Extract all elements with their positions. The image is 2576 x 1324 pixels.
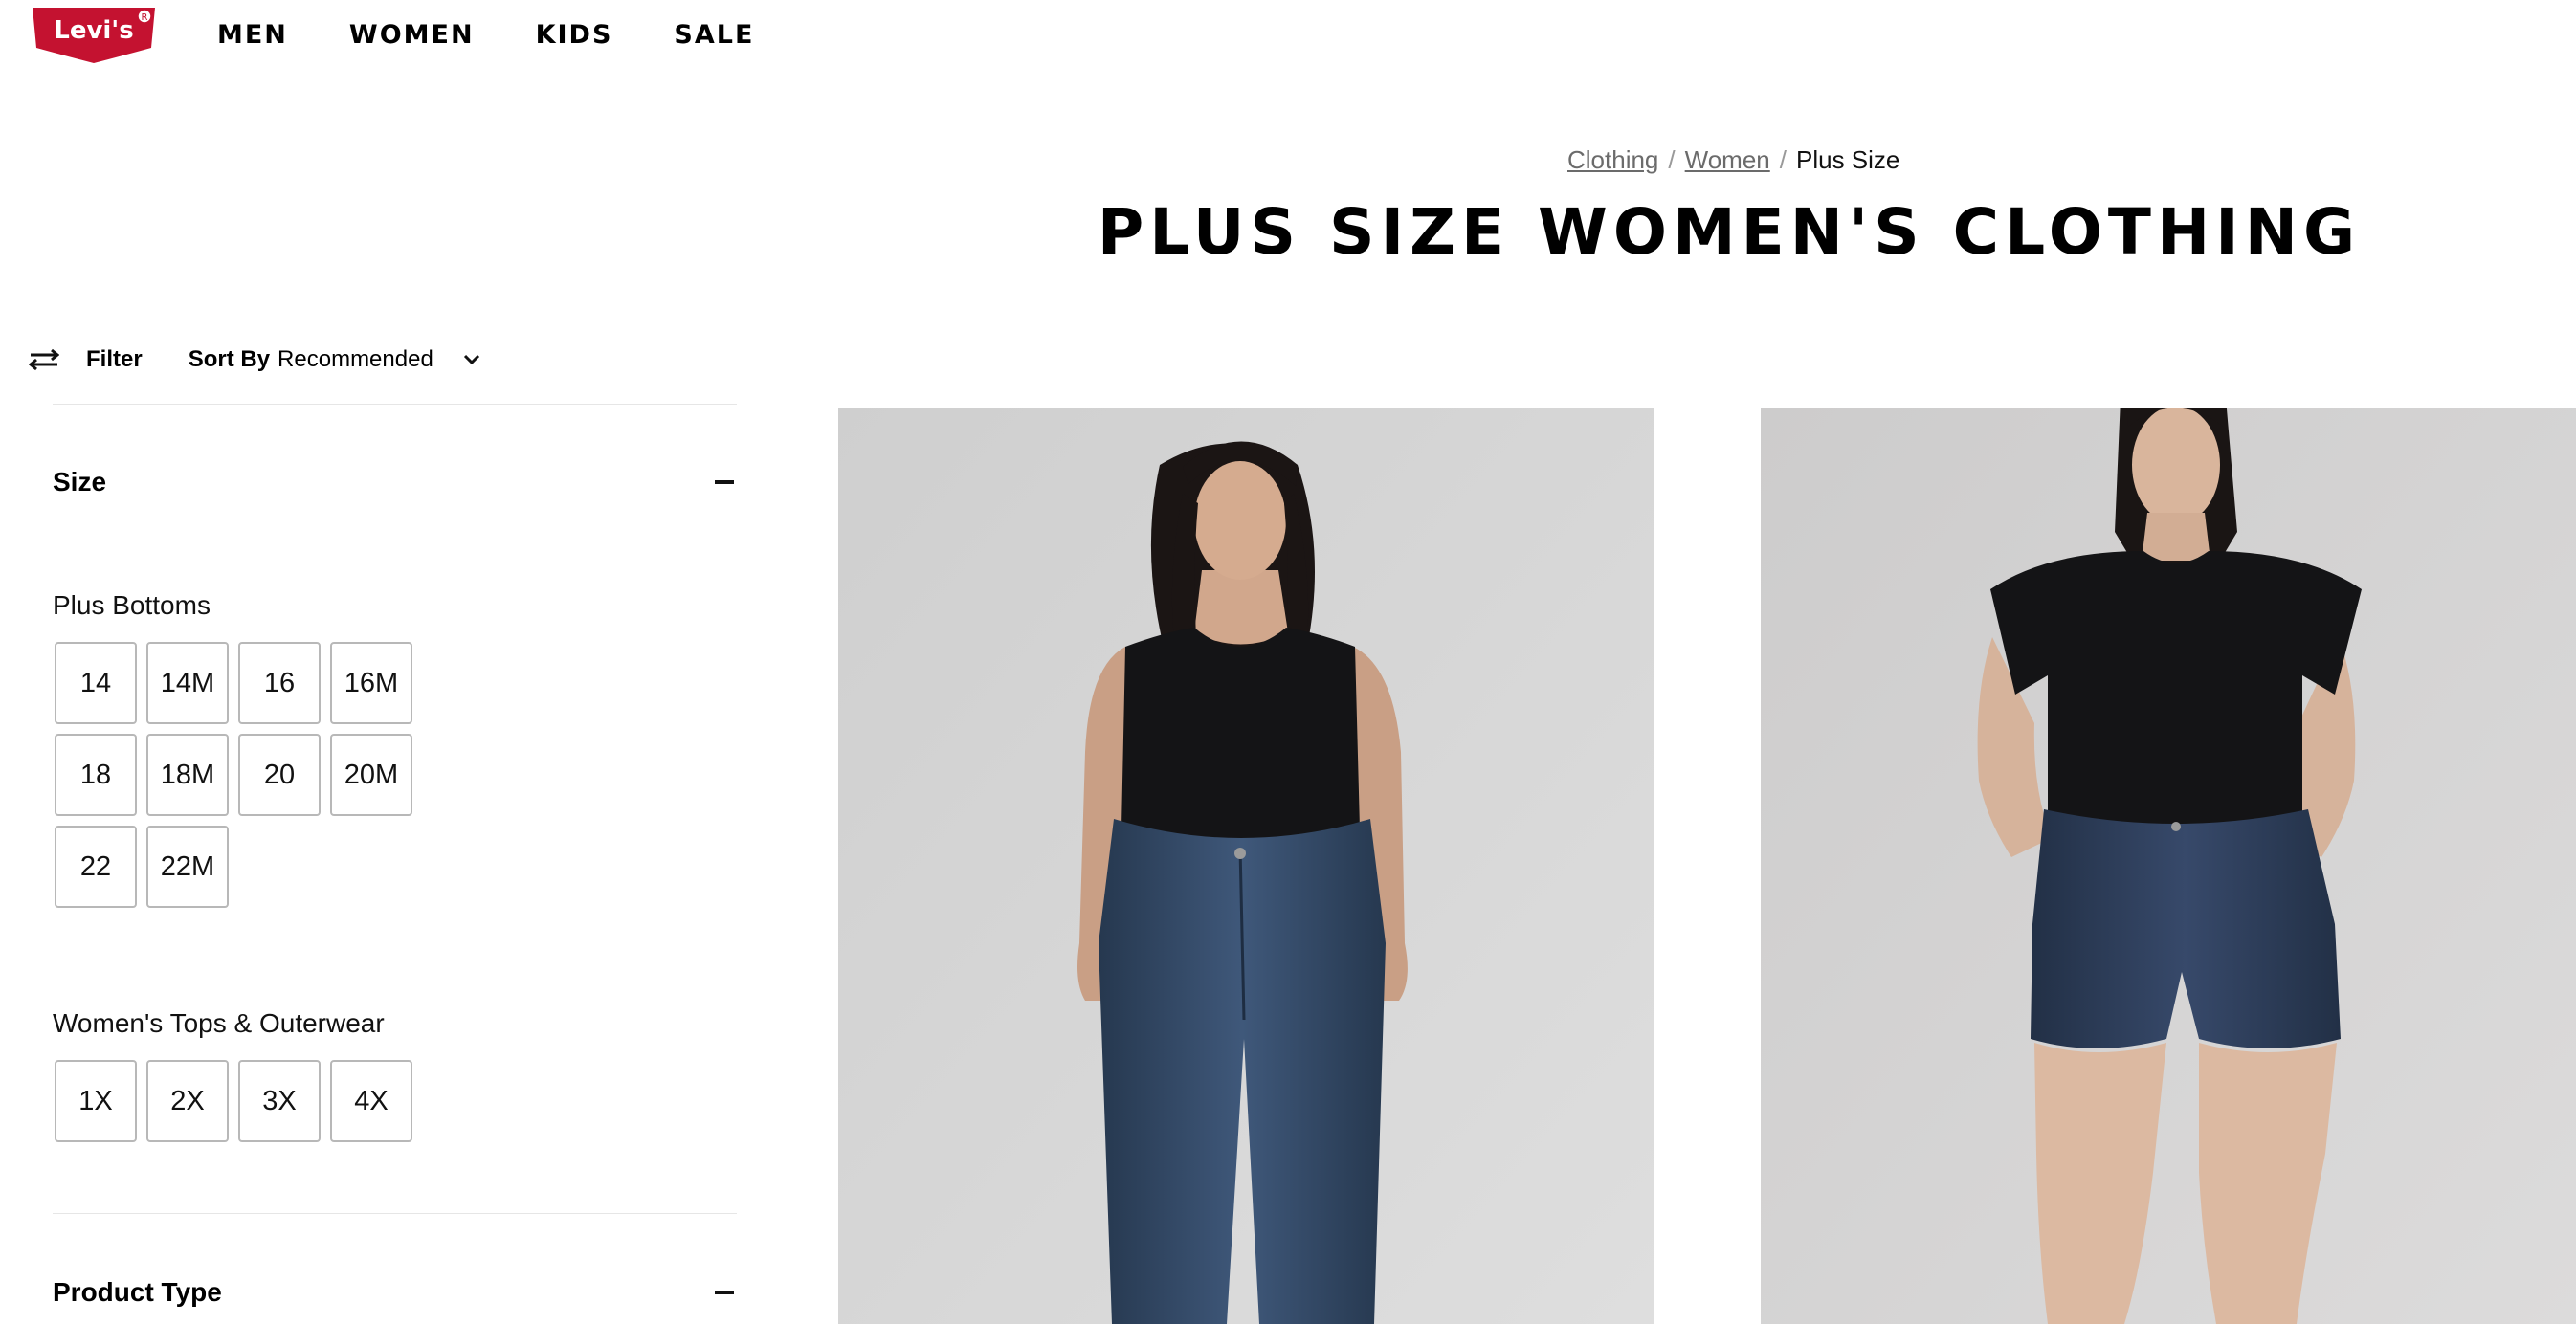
filter-sliders-icon [29,348,59,371]
size-option[interactable]: 14 [55,642,137,724]
svg-text:R: R [142,12,148,23]
size-filter-title: Size [53,467,107,496]
svg-text:Levi's: Levi's [54,16,134,45]
page-title: PLUS SIZE WOMEN'S CLOTHING [1097,195,2362,269]
toolbar: Filter Sort By Recommended [29,341,481,379]
size-option[interactable]: 20M [330,734,412,816]
size-option[interactable]: 3X [238,1060,321,1142]
size-option[interactable]: 18 [55,734,137,816]
size-option[interactable]: 4X [330,1060,412,1142]
plus-bottoms-heading: Plus Bottoms [53,590,211,620]
main-navigation: MEN WOMEN KIDS SALE [217,19,754,52]
nav-sale[interactable]: SALE [674,19,754,52]
size-option[interactable]: 2X [146,1060,229,1142]
breadcrumb-separator: / [1668,145,1676,174]
levis-logo[interactable]: Levi's R [29,6,159,65]
product-image [1761,408,2576,1324]
tops-outerwear-size-grid: 1X 2X 3X 4X [55,1060,412,1142]
size-filter-header[interactable]: Size [53,467,734,497]
size-option[interactable]: 18M [146,734,229,816]
size-option[interactable]: 14M [146,642,229,724]
tops-outerwear-heading: Women's Tops & Outerwear [53,1008,385,1038]
collapse-minus-icon [715,480,734,484]
product-type-filter-header[interactable]: Product Type [53,1277,734,1308]
breadcrumb-current: Plus Size [1795,145,1900,174]
divider [53,1213,737,1214]
size-option[interactable]: 16 [238,642,321,724]
chevron-down-icon [463,354,479,365]
product-card[interactable] [838,408,1654,1324]
sort-dropdown[interactable]: Sort By Recommended [189,346,481,373]
product-image [838,408,1654,1324]
sort-label: Sort By [188,346,271,372]
nav-women[interactable]: WOMEN [349,19,475,52]
breadcrumb-separator: / [1779,145,1787,174]
breadcrumb: Clothing / Women / Plus Size [1567,143,1899,176]
size-option[interactable]: 22M [146,826,229,908]
size-option[interactable]: 22 [55,826,137,908]
nav-kids[interactable]: KIDS [536,19,613,52]
size-option[interactable]: 20 [238,734,321,816]
breadcrumb-women[interactable]: Women [1685,143,1770,176]
collapse-minus-icon [715,1291,734,1294]
breadcrumb-clothing[interactable]: Clothing [1567,143,1658,176]
size-option[interactable]: 1X [55,1060,137,1142]
size-option[interactable]: 16M [330,642,412,724]
sort-value: Recommended [278,346,433,372]
divider [53,404,737,405]
nav-men[interactable]: MEN [217,19,288,52]
plus-bottoms-size-grid: 14 14M 16 16M 18 18M 20 20M 22 22M [55,642,412,908]
product-type-filter-title: Product Type [53,1277,222,1307]
product-card[interactable] [1761,408,2576,1324]
filter-button[interactable]: Filter [29,346,143,373]
filter-label: Filter [86,346,143,372]
